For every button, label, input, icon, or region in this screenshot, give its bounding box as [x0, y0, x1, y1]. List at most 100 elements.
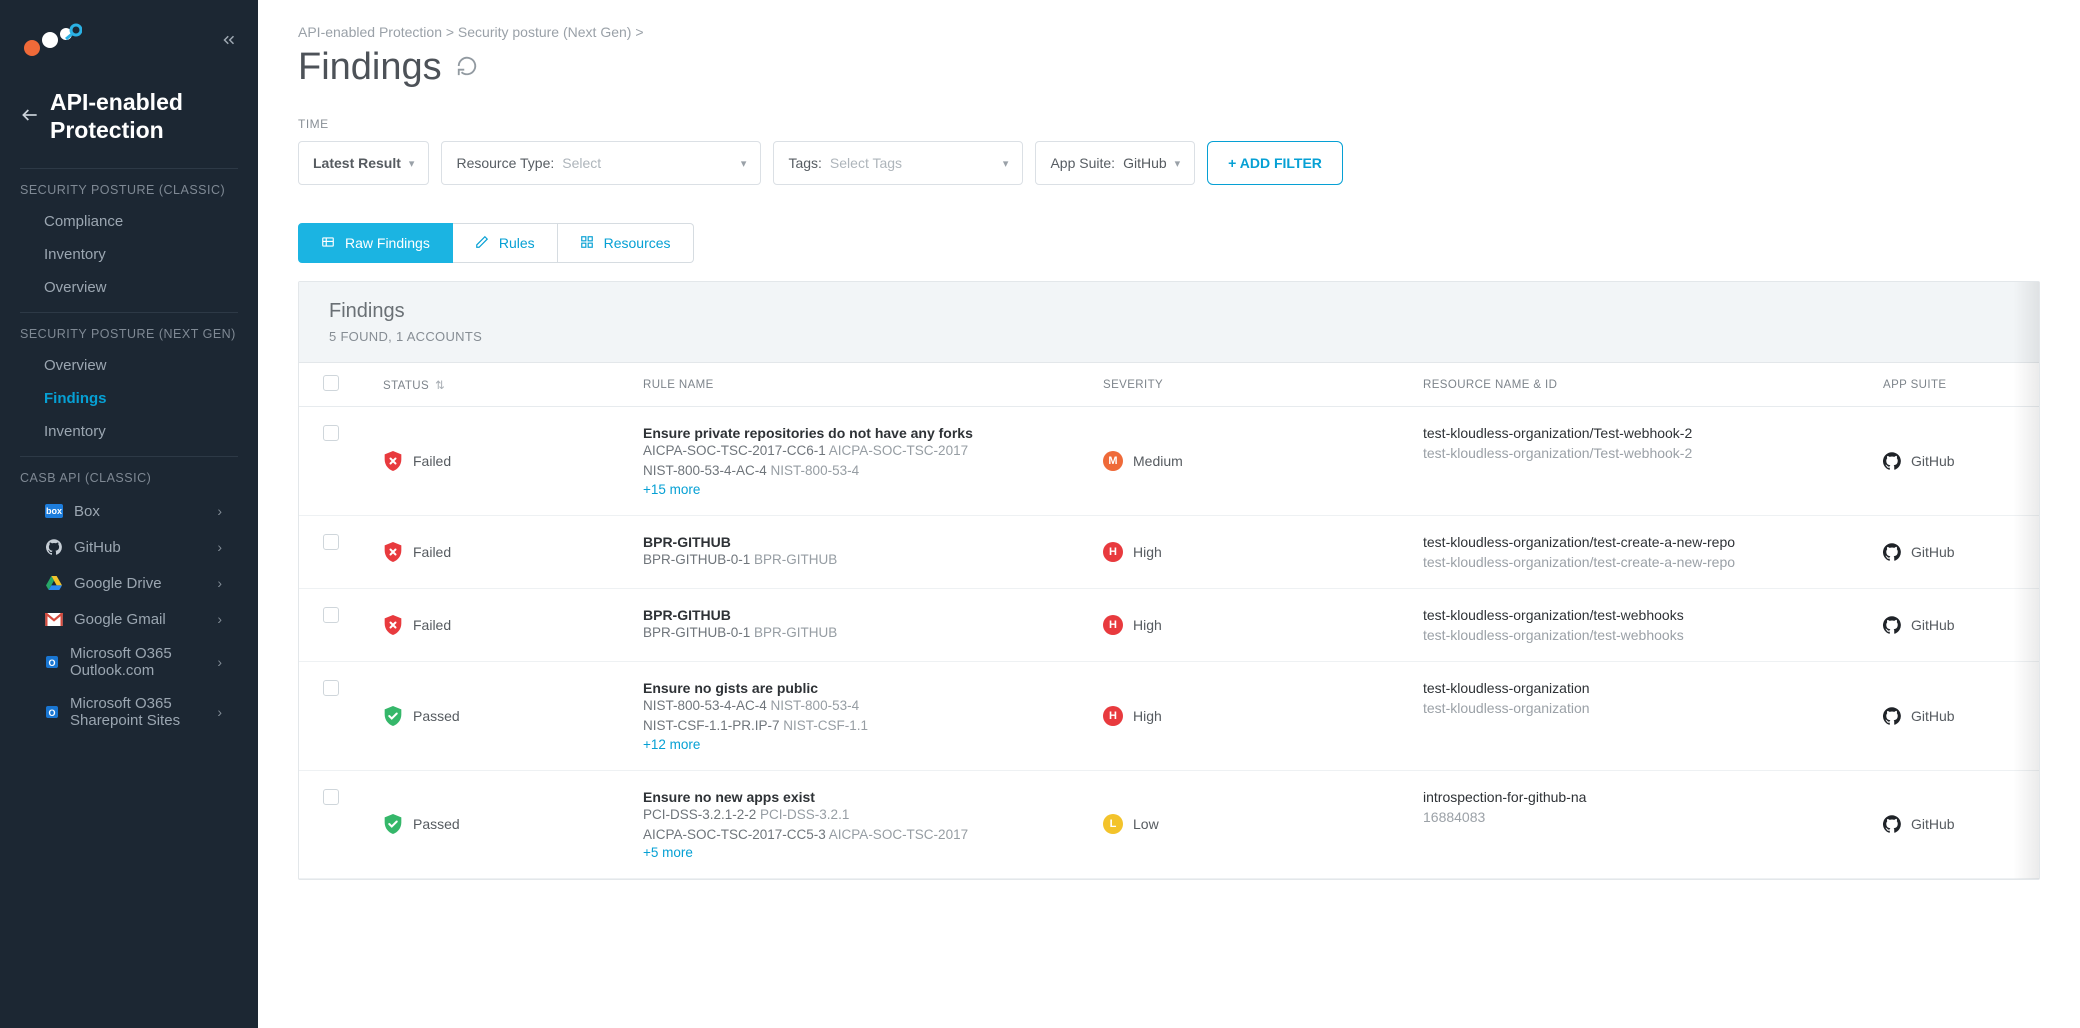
tab-resources[interactable]: Resources	[558, 223, 694, 263]
sidebar-item-compliance[interactable]: Compliance	[20, 205, 238, 238]
filter-app-suite-label: App Suite:	[1050, 155, 1115, 171]
compliance-mapping: BPR-GITHUB-0-1 BPR-GITHUB	[643, 623, 1103, 643]
table-row[interactable]: FailedBPR-GITHUBBPR-GITHUB-0-1 BPR-GITHU…	[299, 516, 2039, 589]
sidebar-title: API-enabled Protection	[50, 89, 238, 144]
sidebar-item-label: Overview	[44, 357, 107, 374]
appsuite-text: GitHub	[1911, 544, 1955, 560]
gmail-icon	[44, 609, 64, 629]
more-compliance-link[interactable]: +15 more	[643, 482, 1103, 497]
ms-icon: O	[44, 652, 60, 672]
select-all-checkbox[interactable]	[323, 375, 339, 391]
rule-name: Ensure no gists are public	[643, 680, 1103, 696]
more-compliance-link[interactable]: +5 more	[643, 845, 1103, 860]
add-filter-button[interactable]: + ADD FILTER	[1207, 141, 1343, 185]
appsuite-text: GitHub	[1911, 816, 1955, 832]
sidebar-item-label: GitHub	[74, 539, 121, 556]
col-severity[interactable]: SEVERITY	[1103, 379, 1423, 391]
table-row[interactable]: FailedEnsure private repositories do not…	[299, 407, 2039, 516]
filter-tags-label: Tags:	[788, 155, 821, 171]
chevron-right-icon: ›	[217, 539, 222, 555]
sidebar-item-box[interactable]: boxBox›	[20, 493, 238, 529]
chevron-right-icon: ›	[217, 503, 222, 519]
sidebar-item-google-gmail[interactable]: Google Gmail›	[20, 601, 238, 637]
shield-pass-icon	[383, 705, 403, 727]
chevron-right-icon: ›	[217, 575, 222, 591]
sidebar-title-row[interactable]: API-enabled Protection	[0, 81, 258, 160]
row-checkbox[interactable]	[323, 534, 339, 550]
filter-app-suite-value: GitHub	[1123, 155, 1167, 171]
table-row[interactable]: PassedEnsure no new apps existPCI-DSS-3.…	[299, 771, 2039, 880]
sidebar-item-label: Overview	[44, 279, 107, 296]
row-checkbox[interactable]	[323, 789, 339, 805]
panel-subtitle: 5 FOUND, 1 ACCOUNTS	[329, 329, 2009, 344]
sidebar-item-findings[interactable]: Findings	[20, 382, 238, 415]
resource-id: test-kloudless-organization/Test-webhook…	[1423, 445, 1883, 461]
sidebar-item-label: Compliance	[44, 213, 123, 230]
severity-text: High	[1133, 708, 1162, 724]
sidebar-item-inventory[interactable]: Inventory	[20, 238, 238, 271]
severity-text: High	[1133, 544, 1162, 560]
breadcrumb[interactable]: API-enabled Protection > Security postur…	[298, 24, 2040, 40]
back-arrow-icon[interactable]	[20, 105, 40, 128]
collapse-sidebar-icon[interactable]	[220, 31, 238, 52]
severity-badge-icon: L	[1103, 814, 1123, 834]
col-resource[interactable]: RESOURCE NAME & ID	[1423, 379, 1883, 391]
sidebar-item-microsoft-o365-outlook-com[interactable]: OMicrosoft O365 Outlook.com›	[20, 637, 238, 687]
more-compliance-link[interactable]: +12 more	[643, 737, 1103, 752]
grid-icon	[580, 235, 594, 252]
tab-label: Raw Findings	[345, 235, 430, 251]
resource-id: 16884083	[1423, 809, 1883, 825]
rule-name: Ensure private repositories do not have …	[643, 425, 1103, 441]
compliance-mapping: AICPA-SOC-TSC-2017-CC5-3 AICPA-SOC-TSC-2…	[643, 825, 1103, 845]
filter-bar: Latest Result ▾ Resource Type: Select ▾ …	[298, 141, 2040, 185]
sidebar-item-github[interactable]: GitHub ›	[20, 529, 238, 565]
pencil-icon	[475, 235, 489, 252]
filter-resource-type[interactable]: Resource Type: Select ▾	[441, 141, 761, 185]
github-icon	[44, 537, 64, 557]
status-text: Failed	[413, 544, 451, 560]
status-text: Passed	[413, 708, 460, 724]
compliance-mapping: AICPA-SOC-TSC-2017-CC6-1 AICPA-SOC-TSC-2…	[643, 441, 1103, 461]
filter-tags[interactable]: Tags: Select Tags ▾	[773, 141, 1023, 185]
add-filter-label: + ADD FILTER	[1228, 155, 1322, 171]
resource-name: introspection-for-github-na	[1423, 789, 1883, 805]
chevron-right-icon: ›	[217, 611, 222, 627]
resource-name: test-kloudless-organization/test-webhook…	[1423, 607, 1883, 623]
table-row[interactable]: PassedEnsure no gists are publicNIST-800…	[299, 662, 2039, 771]
sidebar-item-overview[interactable]: Overview	[20, 349, 238, 382]
github-icon	[1883, 815, 1901, 833]
sidebar-item-label: Microsoft O365 Sharepoint Sites	[70, 695, 217, 729]
caret-down-icon: ▾	[409, 157, 415, 170]
severity-badge-icon: M	[1103, 451, 1123, 471]
sidebar: API-enabled Protection SECURITY POSTURE …	[0, 0, 258, 1028]
sidebar-item-overview[interactable]: Overview	[20, 271, 238, 304]
compliance-mapping: BPR-GITHUB-0-1 BPR-GITHUB	[643, 550, 1103, 570]
shield-fail-icon	[383, 541, 403, 563]
resource-name: test-kloudless-organization/Test-webhook…	[1423, 425, 1883, 441]
col-rule[interactable]: RULE NAME	[643, 379, 1103, 391]
sidebar-item-inventory[interactable]: Inventory	[20, 415, 238, 448]
chevron-right-icon: ›	[217, 654, 222, 670]
sort-icon: ⇅	[435, 380, 445, 392]
row-checkbox[interactable]	[323, 607, 339, 623]
col-status[interactable]: STATUS⇅	[383, 378, 643, 392]
tab-rules[interactable]: Rules	[453, 223, 558, 263]
sidebar-item-microsoft-o365-sharepoint-sites[interactable]: OMicrosoft O365 Sharepoint Sites›	[20, 687, 238, 737]
table-row[interactable]: FailedBPR-GITHUBBPR-GITHUB-0-1 BPR-GITHU…	[299, 589, 2039, 662]
refresh-icon[interactable]	[456, 55, 478, 80]
tab-label: Resources	[604, 235, 671, 251]
sidebar-section-label: SECURITY POSTURE (CLASSIC)	[20, 183, 238, 205]
tab-raw-findings[interactable]: Raw Findings	[298, 223, 453, 263]
tab-label: Rules	[499, 235, 535, 251]
severity-text: Low	[1133, 816, 1159, 832]
filter-time[interactable]: Latest Result ▾	[298, 141, 429, 185]
appsuite-text: GitHub	[1911, 453, 1955, 469]
filter-app-suite[interactable]: App Suite: GitHub ▾	[1035, 141, 1195, 185]
resource-id: test-kloudless-organization	[1423, 700, 1883, 716]
table-icon	[321, 235, 335, 252]
compliance-mapping: NIST-800-53-4-AC-4 NIST-800-53-4	[643, 461, 1103, 481]
sidebar-item-label: Box	[74, 503, 100, 520]
row-checkbox[interactable]	[323, 680, 339, 696]
row-checkbox[interactable]	[323, 425, 339, 441]
sidebar-item-google-drive[interactable]: Google Drive›	[20, 565, 238, 601]
